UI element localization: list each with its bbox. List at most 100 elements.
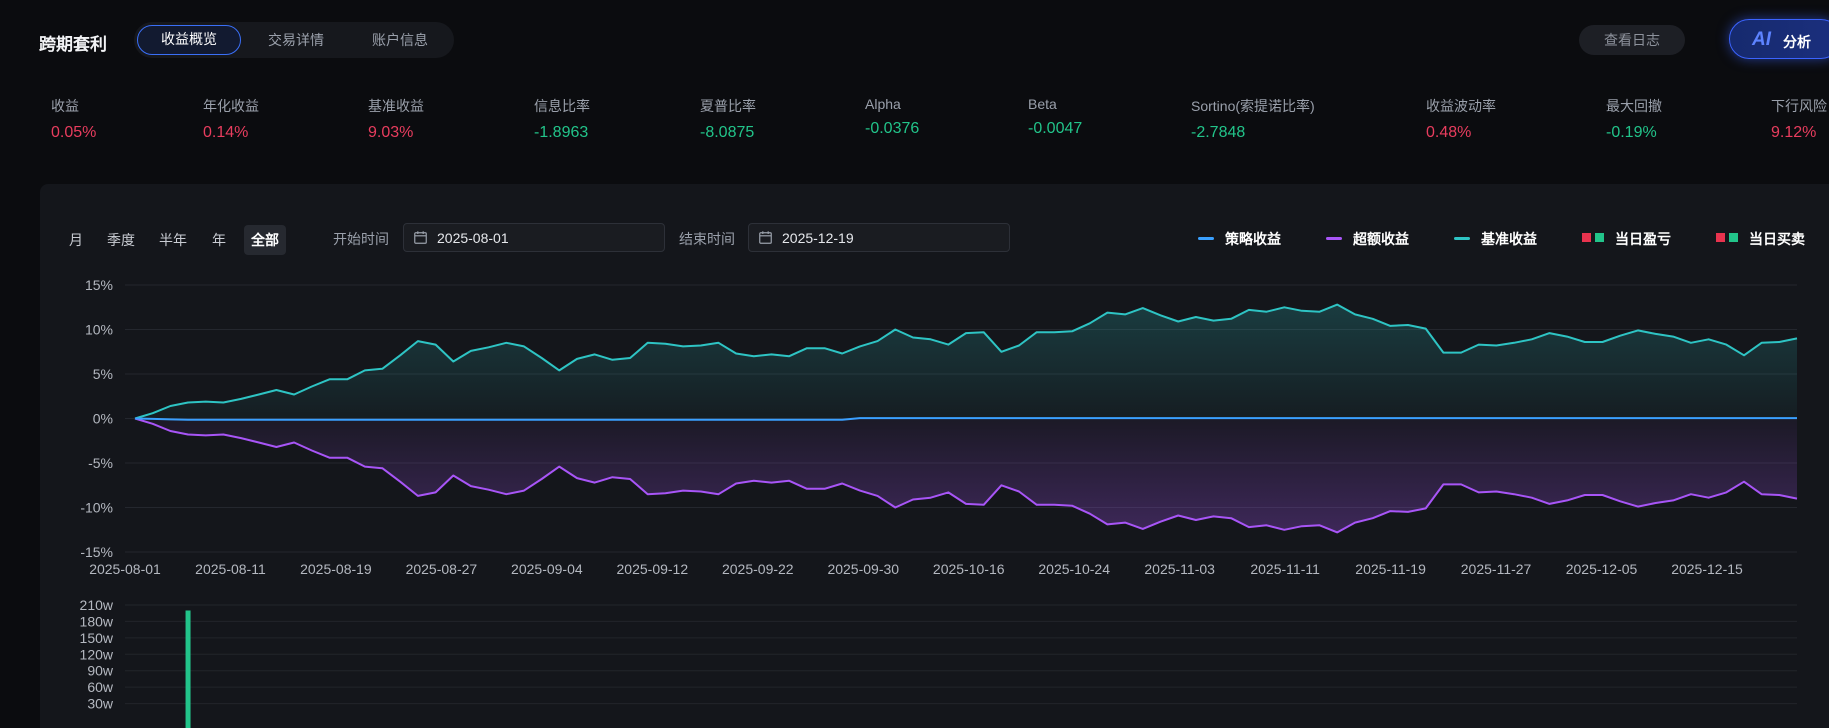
metric-value: -0.0376 xyxy=(865,120,920,137)
end-date-value: 2025-12-19 xyxy=(782,230,854,246)
y-tick-label: 60w xyxy=(87,679,114,695)
x-tick-label: 2025-09-12 xyxy=(617,561,689,577)
period-half-year[interactable]: 半年 xyxy=(155,225,191,255)
series-area xyxy=(135,304,1797,419)
metric-information-ratio: 信息比率 -1.8963 xyxy=(534,96,590,142)
y-tick-label: -15% xyxy=(80,544,113,560)
y-tick-label: 150w xyxy=(80,630,114,646)
end-date-label: 结束时间 xyxy=(679,231,735,247)
x-tick-label: 2025-08-01 xyxy=(89,561,161,577)
legend-swatch xyxy=(1326,237,1342,240)
metric-annual-return: 年化收益 0.14% xyxy=(203,96,259,142)
metric-volatility: 收益波动率 0.48% xyxy=(1426,96,1496,142)
tab-account-info[interactable]: 账户信息 xyxy=(350,25,450,55)
x-tick-label: 2025-11-27 xyxy=(1461,561,1532,577)
tab-group: 收益概览 交易详情 账户信息 xyxy=(134,22,454,58)
y-tick-label: 180w xyxy=(80,613,114,629)
legend-excess-return[interactable]: 超额收益 xyxy=(1326,229,1446,247)
ai-analysis-label: 分析 xyxy=(1783,34,1811,50)
ai-analysis-button[interactable]: AI 分析 xyxy=(1729,19,1829,59)
x-tick-label: 2025-09-22 xyxy=(722,561,794,577)
metric-label: 最大回撤 xyxy=(1606,98,1662,114)
metric-label: Beta xyxy=(1028,96,1057,112)
x-tick-label: 2025-11-19 xyxy=(1355,561,1426,577)
bar-y-axis-ticks: 210w180w150w120w90w60w30w xyxy=(80,597,114,712)
x-axis-ticks: 2025-08-01 2025-08-11 2025-08-19 2025-08-27… xyxy=(89,561,1743,577)
tab-overview[interactable]: 收益概览 xyxy=(137,25,241,55)
metrics-row: 收益 0.05% 年化收益 0.14% 基准收益 9.03% 信息比率 -1.8… xyxy=(0,96,1829,156)
metric-sharpe-ratio: 夏普比率 -8.0875 xyxy=(700,96,756,142)
x-tick-label: 2025-12-05 xyxy=(1566,561,1638,577)
end-date-input[interactable]: 2025-12-19 xyxy=(748,223,1010,252)
period-month[interactable]: 月 xyxy=(64,225,88,255)
legend-daily-trades[interactable]: 当日买卖 xyxy=(1716,229,1816,247)
tab-trade-details[interactable]: 交易详情 xyxy=(246,25,346,55)
page-title: 跨期套利 xyxy=(39,35,107,54)
metric-value: 9.12% xyxy=(1771,124,1817,141)
legend-label: 超额收益 xyxy=(1353,231,1409,247)
legend-label: 基准收益 xyxy=(1481,231,1537,247)
y-tick-label: -5% xyxy=(88,455,113,471)
legend-benchmark-return[interactable]: 基准收益 xyxy=(1454,229,1574,247)
legend-label: 当日盈亏 xyxy=(1615,231,1671,247)
y-tick-label: 15% xyxy=(85,277,113,293)
metric-value: -0.19% xyxy=(1606,124,1657,141)
x-tick-label: 2025-12-15 xyxy=(1671,561,1743,577)
metric-max-drawdown: 最大回撤 -0.19% xyxy=(1606,96,1662,142)
bar xyxy=(185,610,191,728)
metric-label: 基准收益 xyxy=(368,98,424,114)
calendar-icon xyxy=(414,231,427,244)
metric-value: 0.05% xyxy=(51,124,97,141)
y-tick-label: 5% xyxy=(93,366,113,382)
metric-value: 0.48% xyxy=(1426,124,1472,141)
y-tick-label: 120w xyxy=(80,646,114,662)
y-tick-label: 30w xyxy=(87,696,114,712)
metric-beta: Beta -0.0047 xyxy=(1028,96,1082,138)
chart-area: 15%10%5%0%-5%-10%-15% 2025-08-01 2025-08-… xyxy=(80,277,1798,728)
metric-value: -2.7848 xyxy=(1191,124,1246,141)
bar-grid-lines xyxy=(125,604,1797,705)
x-tick-label: 2025-09-04 xyxy=(511,561,583,577)
metric-downside-risk: 下行风险 9.12% xyxy=(1771,96,1827,142)
metric-value: 9.03% xyxy=(368,124,414,141)
legend-daily-pnl[interactable]: 当日盈亏 xyxy=(1582,229,1702,247)
top-bar: 跨期套利 收益概览 交易详情 账户信息 查看日志 AI 分析 xyxy=(0,0,1829,80)
legend-strategy-return[interactable]: 策略收益 xyxy=(1198,229,1318,247)
start-date-label: 开始时间 xyxy=(333,231,389,247)
period-year[interactable]: 年 xyxy=(208,225,230,255)
legend-swatch-green xyxy=(1729,233,1738,242)
start-date-value: 2025-08-01 xyxy=(437,230,509,246)
y-axis-ticks: 15% 10% 5% 0% -5% -10% -15% xyxy=(80,277,113,560)
y-tick-label: 10% xyxy=(85,322,113,338)
period-quarter[interactable]: 季度 xyxy=(103,225,139,255)
metric-label: 年化收益 xyxy=(203,98,259,114)
legend-swatch-red xyxy=(1582,233,1591,242)
legend-swatch xyxy=(1198,237,1214,240)
legend-label: 策略收益 xyxy=(1225,231,1281,247)
metric-value: -8.0875 xyxy=(700,124,755,141)
start-date-input[interactable]: 2025-08-01 xyxy=(403,223,665,252)
x-tick-label: 2025-08-19 xyxy=(300,561,372,577)
metric-sortino: Sortino(索提诺比率) -2.7848 xyxy=(1191,96,1315,142)
legend-swatch-red xyxy=(1716,233,1725,242)
metric-label: 收益波动率 xyxy=(1426,98,1496,114)
bar-marks xyxy=(185,610,191,728)
metric-benchmark-return: 基准收益 9.03% xyxy=(368,96,424,142)
metric-label: Alpha xyxy=(865,96,901,112)
metric-value: -0.0047 xyxy=(1028,120,1083,137)
view-log-button[interactable]: 查看日志 xyxy=(1579,25,1685,55)
period-all[interactable]: 全部 xyxy=(244,225,286,255)
x-tick-label: 2025-10-24 xyxy=(1038,561,1110,577)
x-tick-label: 2025-10-16 xyxy=(933,561,1005,577)
x-tick-label: 2025-09-30 xyxy=(827,561,899,577)
ai-icon: AI xyxy=(1752,29,1771,50)
legend-label: 当日买卖 xyxy=(1749,231,1805,247)
metric-label: 信息比率 xyxy=(534,98,590,114)
y-tick-label: 90w xyxy=(87,663,114,679)
metric-label: Sortino(索提诺比率) xyxy=(1191,98,1315,114)
legend-swatch-green xyxy=(1595,233,1604,242)
metric-return: 收益 0.05% xyxy=(51,96,96,142)
calendar-icon xyxy=(759,231,772,244)
metric-alpha: Alpha -0.0376 xyxy=(865,96,919,138)
y-tick-label: -10% xyxy=(80,500,113,516)
